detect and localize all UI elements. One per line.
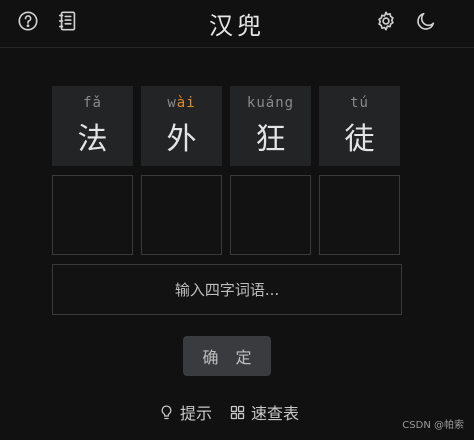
pinyin-part: f — [83, 95, 93, 111]
hint-character: 法 — [77, 122, 108, 157]
grid-icon — [230, 405, 245, 419]
header: 汉兜 — [0, 0, 474, 48]
lightbulb-icon — [161, 404, 172, 419]
pinyin-part: t — [350, 95, 360, 111]
moon-icon[interactable] — [414, 9, 438, 33]
hint-character: 外 — [166, 122, 197, 157]
hint-tile: wài 外 — [141, 86, 222, 166]
hint-label: 提示 — [180, 404, 213, 423]
pinyin-part: ú — [359, 95, 369, 111]
hint-tile: fǎ 法 — [52, 86, 133, 166]
pinyin-part: áng — [265, 95, 295, 111]
empty-cell — [319, 175, 400, 255]
pinyin: wài — [167, 95, 195, 113]
confirm-button[interactable]: 确 定 — [183, 336, 271, 376]
hint-character: 狂 — [255, 122, 286, 157]
hint-character: 徒 — [344, 122, 375, 157]
idiom-input[interactable]: 输入四字词语... — [52, 264, 402, 315]
empty-cell — [230, 175, 311, 255]
pinyin-part: ku — [246, 95, 266, 111]
guess-row — [52, 175, 402, 255]
pinyin-part: w — [167, 95, 177, 111]
watermark: CSDN @帕索 — [402, 420, 464, 431]
gear-icon[interactable] — [374, 9, 398, 33]
pinyin: kuáng — [247, 95, 294, 113]
pinyin-part: ǎ — [92, 95, 102, 111]
empty-cell — [141, 175, 222, 255]
hint-tile: kuáng 狂 — [230, 86, 311, 166]
hint-tile: tú 徒 — [319, 86, 400, 166]
pinyin-highlight: ài — [176, 95, 196, 111]
hint-row: fǎ 法 wài 外 kuáng 狂 tú 徒 — [52, 86, 402, 166]
app-title: 汉兜 — [209, 12, 265, 40]
pinyin: fǎ — [83, 95, 102, 113]
quick-table-button[interactable]: 速查表 — [229, 401, 299, 423]
quick-table-label: 速查表 — [251, 404, 300, 423]
hint-button[interactable]: 提示 — [158, 401, 212, 423]
pinyin: tú — [350, 95, 369, 113]
empty-cell — [52, 175, 133, 255]
